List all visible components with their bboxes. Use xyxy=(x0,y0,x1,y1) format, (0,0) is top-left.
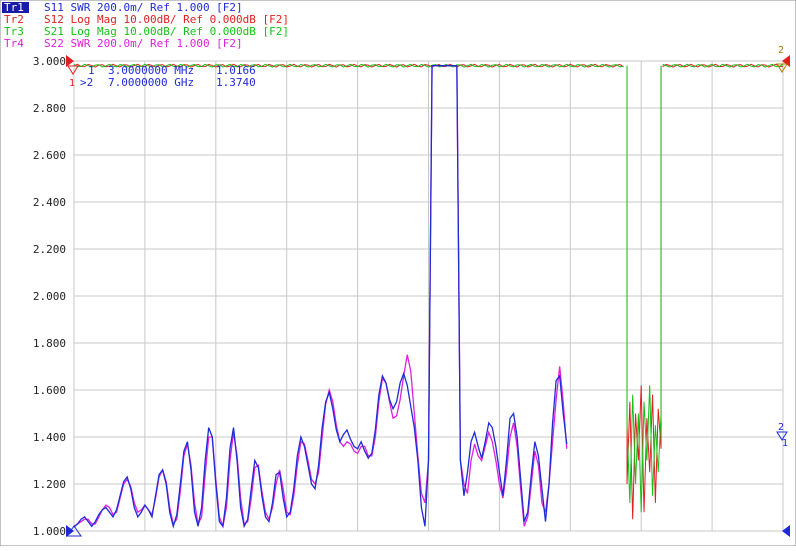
y-tick-label: 1.400 xyxy=(33,431,66,444)
marker-2-number: 2 xyxy=(778,422,784,433)
marker-1-side-number: 1 xyxy=(782,438,788,449)
marker-2-value: 1.3740 xyxy=(216,76,256,89)
vna-display: Tr1 S11 SWR 200.0m/ Ref 1.000 [F2] Tr2 S… xyxy=(0,0,796,547)
marker-1-top-number: 1 xyxy=(69,78,75,89)
marker-2-freq: 7.0000000 GHz xyxy=(108,76,194,89)
y-tick-label: 1.200 xyxy=(33,478,66,491)
y-tick-label: 2.000 xyxy=(33,290,66,303)
chart-area: Tr1 S11 SWR 200.0m/ Ref 1.000 [F2] Tr2 S… xyxy=(0,0,796,547)
marker-2-label: >2 xyxy=(80,76,93,89)
trace-4-tag[interactable]: Tr4 xyxy=(4,37,24,50)
y-tick-label: 2.800 xyxy=(33,102,66,115)
y-tick-label: 2.600 xyxy=(33,149,66,162)
y-tick-label: 1.800 xyxy=(33,337,66,350)
y-tick-label: 2.400 xyxy=(33,196,66,209)
y-tick-label: 2.200 xyxy=(33,243,66,256)
marker-2-top-number: 2 xyxy=(778,45,784,56)
y-tick-label: 3.000 xyxy=(33,55,66,68)
y-tick-label: 1.600 xyxy=(33,384,66,397)
y-tick-label: 1.000 xyxy=(33,525,66,538)
trace-4-text: S22 SWR 200.0m/ Ref 1.000 [F2] xyxy=(44,37,243,50)
